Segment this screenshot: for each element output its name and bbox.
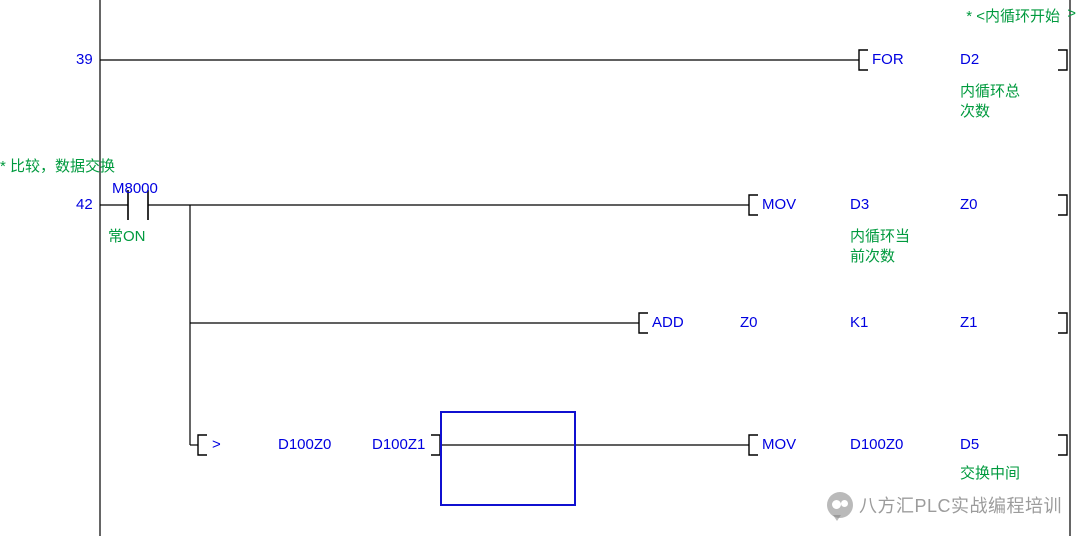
operand-d100z0: D100Z0 [850,436,903,453]
operand-d5: D5 [960,436,979,453]
wechat-icon [827,492,853,518]
operand-d2: D2 [960,51,979,68]
section-comment-compare-swap: * 比较，数据交换 [0,155,115,176]
compare-b-d100z1: D100Z1 [372,436,425,453]
contact-m8000: M8000 [112,180,158,197]
comment-inner-loop-current-2: 前次数 [850,245,895,266]
comment-inner-loop-total-1: 内循环总 [960,80,1020,101]
operand-k1: K1 [850,314,868,331]
compare-a-d100z0: D100Z0 [278,436,331,453]
operand-z0-b: Z0 [740,314,758,331]
operand-d3: D3 [850,196,869,213]
instruction-add: ADD [652,314,684,331]
operand-z0: Z0 [960,196,978,213]
step-address-39: 39 [76,51,93,68]
rung-comment-arrow: > [1067,5,1076,22]
cursor-selection[interactable] [440,411,576,506]
contact-comment-always-on: 常ON [108,225,146,246]
compare-operator-gt: > [212,436,221,453]
watermark: 八方汇PLC实战编程培训 [827,492,1062,518]
step-address-42: 42 [76,196,93,213]
rung-comment-inner-loop-start: * <内循环开始 [966,5,1060,26]
comment-inner-loop-total-2: 次数 [960,100,990,121]
watermark-text: 八方汇PLC实战编程培训 [859,492,1062,518]
instruction-for: FOR [872,51,904,68]
instruction-mov-2: MOV [762,436,796,453]
operand-z1: Z1 [960,314,978,331]
comment-inner-loop-current-1: 内循环当 [850,225,910,246]
comment-swap-temp: 交换中间 [960,462,1020,483]
instruction-mov: MOV [762,196,796,213]
